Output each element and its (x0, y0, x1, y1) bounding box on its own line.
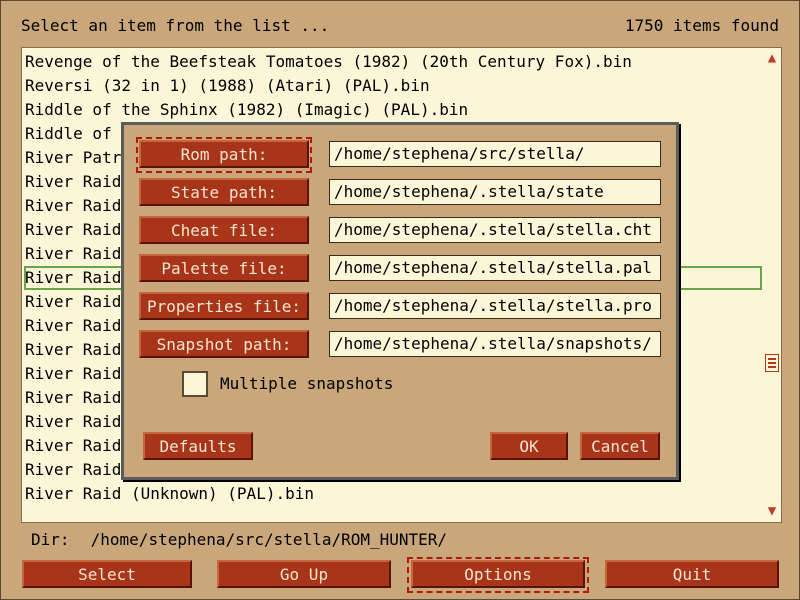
cheat-file-field[interactable]: /home/stephena/.stella/stella.cht (329, 217, 661, 243)
multiple-snapshots-checkbox[interactable] (182, 371, 208, 397)
item-count: 1750 items found (624, 16, 779, 35)
snapshot-path-button[interactable]: Snapshot path: (139, 330, 309, 358)
rom-path-button[interactable]: Rom path: (139, 140, 309, 168)
properties-file-button[interactable]: Properties file: (139, 292, 309, 320)
config-paths-dialog: Rom path: /home/stephena/src/stella/ Sta… (121, 122, 679, 480)
state-path-field[interactable]: /home/stephena/.stella/state (329, 179, 661, 205)
select-button[interactable]: Select (22, 560, 192, 588)
state-path-button[interactable]: State path: (139, 178, 309, 206)
ok-button[interactable]: OK (490, 432, 568, 460)
cheat-file-button[interactable]: Cheat file: (139, 216, 309, 244)
list-scrollbar[interactable]: ▲ ▼ (763, 47, 782, 523)
rom-path-field[interactable]: /home/stephena/src/stella/ (329, 141, 661, 167)
dir-label: Dir: (31, 530, 70, 549)
quit-button[interactable]: Quit (605, 560, 779, 588)
scroll-up-icon[interactable]: ▲ (765, 51, 779, 65)
properties-file-field[interactable]: /home/stephena/.stella/stella.pro (329, 293, 661, 319)
options-button[interactable]: Options (411, 560, 585, 588)
list-item[interactable]: River Raid (Unknown) (PAL).bin (24, 482, 762, 506)
dir-row: Dir: /home/stephena/src/stella/ROM_HUNTE… (31, 529, 447, 551)
palette-file-button[interactable]: Palette file: (139, 254, 309, 282)
list-item[interactable]: Reversi (32 in 1) (1988) (Atari) (PAL).b… (24, 74, 762, 98)
launcher-window: Select an item from the list ... 1750 it… (0, 0, 800, 600)
go-up-button[interactable]: Go Up (217, 560, 391, 588)
palette-file-field[interactable]: /home/stephena/.stella/stella.pal (329, 255, 661, 281)
list-item[interactable]: Riddle of the Sphinx (1982) (Imagic) (PA… (24, 98, 762, 122)
defaults-button[interactable]: Defaults (143, 432, 253, 460)
prompt-text: Select an item from the list ... (21, 16, 330, 35)
multiple-snapshots-label: Multiple snapshots (220, 374, 394, 393)
dir-value: /home/stephena/src/stella/ROM_HUNTER/ (90, 530, 448, 549)
snapshot-path-field[interactable]: /home/stephena/.stella/snapshots/ (329, 331, 661, 357)
list-item[interactable]: Revenge of the Beefsteak Tomatoes (1982)… (24, 50, 762, 74)
scroll-down-icon[interactable]: ▼ (765, 504, 779, 518)
cancel-button[interactable]: Cancel (580, 432, 660, 460)
scroll-thumb-icon[interactable] (765, 354, 779, 372)
